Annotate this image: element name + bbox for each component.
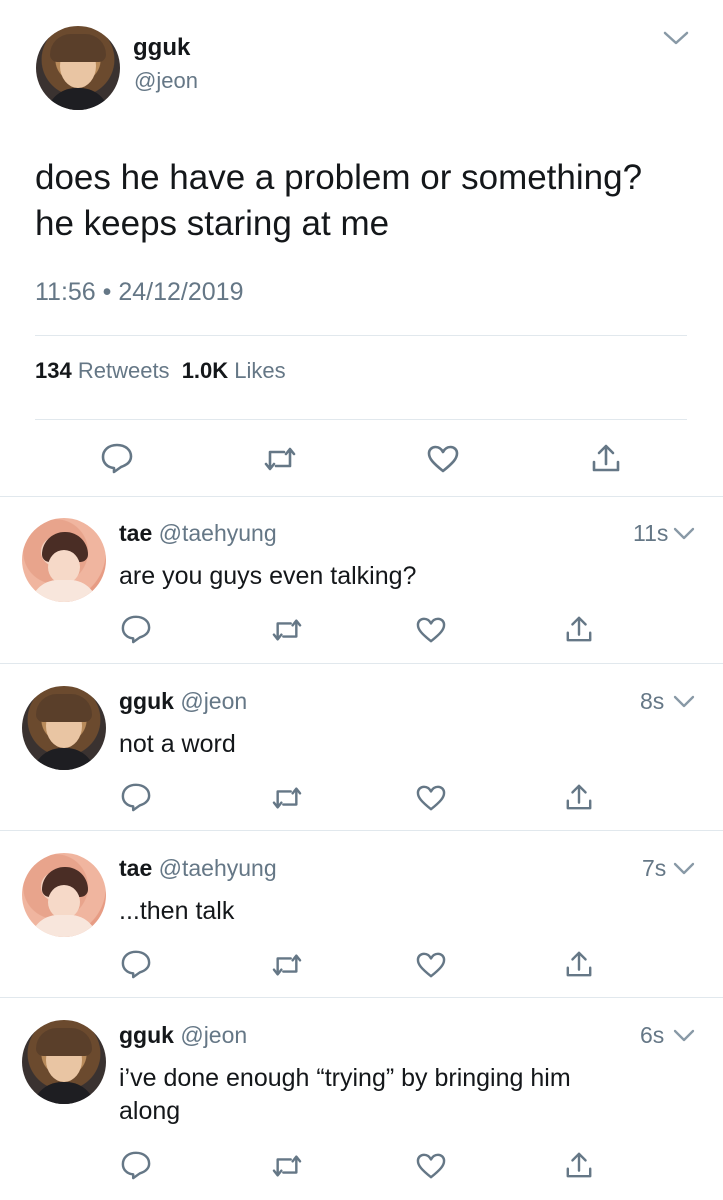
main-author-handle[interactable]: @jeon [134,68,198,94]
reply-icon[interactable] [120,1150,152,1180]
retweet-icon[interactable] [262,444,298,474]
chevron-down-icon[interactable] [662,30,690,48]
like-heart-icon[interactable] [426,444,460,474]
share-icon[interactable] [565,949,593,979]
main-author-avatar[interactable] [36,26,120,110]
main-author-name[interactable]: gguk [133,34,190,62]
reply-author-handle[interactable]: @jeon [180,1022,247,1048]
reply-icon[interactable] [100,442,134,474]
reply-avatar[interactable] [22,853,106,937]
divider [35,335,687,336]
like-heart-icon[interactable] [415,616,447,644]
reply-text: are you guys even talking? [119,562,417,590]
reply-author-handle[interactable]: @taehyung [159,855,277,881]
reply-author-name[interactable]: tae [119,520,152,546]
share-icon[interactable] [591,442,621,474]
main-tweet-text-line1: does he have a problem or something? [35,158,643,197]
share-icon[interactable] [565,614,593,644]
reply-avatar[interactable] [22,1020,106,1104]
reply-author-name[interactable]: tae [119,855,152,881]
like-heart-icon[interactable] [415,951,447,979]
reply-time: 8s [640,688,665,714]
reply-text-line2: along [119,1097,181,1125]
chevron-down-icon[interactable] [672,694,696,710]
reply-time: 7s [642,855,667,881]
like-heart-icon[interactable] [415,1152,447,1180]
like-label[interactable]: Likes [234,358,285,383]
divider [35,419,687,420]
reply-header: tae @taehyung [119,520,277,547]
reply-avatar[interactable] [22,686,106,770]
like-count[interactable]: 1.0K [182,358,228,383]
reply-header: gguk @jeon [119,1022,247,1049]
main-tweet-text-line2: he keeps staring at me [35,204,390,243]
main-tweet-timestamp[interactable]: 11:56 • 24/12/2019 [35,278,243,307]
reply-author-handle[interactable]: @taehyung [159,520,277,546]
share-icon[interactable] [565,782,593,812]
reply-avatar[interactable] [22,518,106,602]
retweet-icon[interactable] [270,616,304,644]
retweet-icon[interactable] [270,1152,304,1180]
reply-text-line1: i’ve done enough “trying” by bringing hi… [119,1064,571,1092]
reply-time: 11s [633,520,669,546]
reply-text: ...then talk [119,897,235,925]
reply-icon[interactable] [120,949,152,979]
retweet-icon[interactable] [270,951,304,979]
engagement-stats: 134 Retweets 1.0K Likes [35,358,286,384]
share-icon[interactable] [565,1150,593,1180]
chevron-down-icon[interactable] [672,1028,696,1044]
reply-icon[interactable] [120,782,152,812]
divider [0,997,723,998]
divider [0,496,723,497]
divider [0,663,723,664]
like-heart-icon[interactable] [415,784,447,812]
reply-time: 6s [640,1022,665,1048]
divider [0,830,723,831]
retweet-count[interactable]: 134 [35,358,72,383]
reply-header: tae @taehyung [119,855,277,882]
retweet-icon[interactable] [270,784,304,812]
reply-author-handle[interactable]: @jeon [180,688,247,714]
chevron-down-icon[interactable] [672,861,696,877]
reply-author-name[interactable]: gguk [119,688,174,714]
reply-header: gguk @jeon [119,688,247,715]
reply-icon[interactable] [120,614,152,644]
chevron-down-icon[interactable] [672,526,696,542]
reply-author-name[interactable]: gguk [119,1022,174,1048]
retweet-label[interactable]: Retweets [78,358,170,383]
reply-text: not a word [119,730,236,758]
